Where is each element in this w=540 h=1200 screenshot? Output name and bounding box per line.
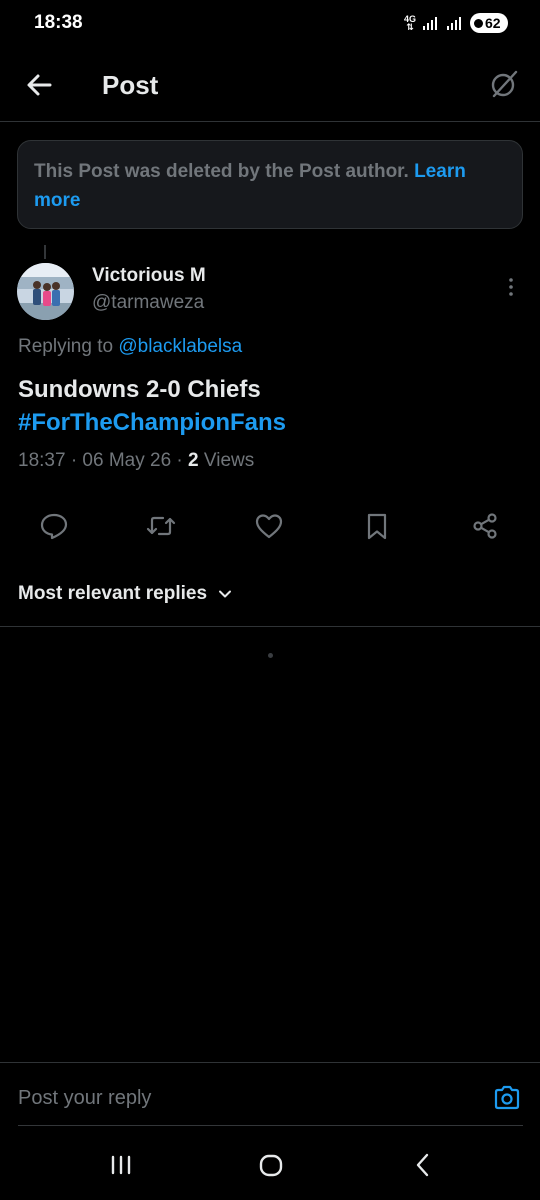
like-icon[interactable] (254, 511, 284, 541)
reply-composer[interactable]: Post your reply (0, 1062, 540, 1126)
replies-sort-dropdown[interactable]: Most relevant replies (18, 579, 233, 609)
back-nav-icon[interactable] (408, 1150, 438, 1180)
battery-level: 62 (485, 15, 501, 31)
reply-icon[interactable] (39, 511, 69, 541)
replying-mention-link[interactable]: @blacklabelsa (118, 336, 242, 357)
post-timestamp: 18:37 · 06 May 26 · (18, 450, 189, 471)
home-icon[interactable] (256, 1150, 286, 1180)
post-text-line: Sundowns 2-0 Chiefs (18, 376, 261, 403)
thread-connector (44, 245, 46, 259)
composer-underline (18, 1125, 523, 1126)
bookmark-icon[interactable] (362, 511, 392, 541)
author-display-name[interactable]: Victorious M (92, 265, 206, 287)
action-bar (0, 503, 540, 547)
battery-icon (474, 18, 483, 28)
post-meta: 18:37 · 06 May 26 · 2 Views (18, 450, 254, 472)
replying-to: Replying to @blacklabelsa (18, 336, 242, 358)
arrow-left-icon[interactable] (22, 68, 56, 102)
camera-icon[interactable] (492, 1083, 522, 1113)
system-nav-bar (0, 1128, 540, 1200)
views-label: Views (198, 450, 255, 471)
replies-sort-label: Most relevant replies (18, 583, 208, 604)
avatar[interactable] (17, 263, 74, 320)
status-icons: 4G ⇅ 62 (404, 12, 508, 34)
battery-indicator: 62 (470, 13, 508, 33)
repost-icon[interactable] (146, 511, 176, 541)
divider (0, 626, 540, 627)
header: Post (0, 48, 540, 122)
share-icon[interactable] (470, 511, 500, 541)
loading-indicator (268, 653, 273, 658)
signal-icon (423, 17, 437, 30)
post-text: Sundowns 2-0 Chiefs #ForTheChampionFans (18, 373, 518, 439)
author-handle[interactable]: @tarmaweza (92, 292, 204, 314)
network-icon: 4G ⇅ (403, 14, 416, 32)
recent-apps-icon[interactable] (106, 1150, 136, 1180)
views-count[interactable]: 2 (188, 450, 199, 471)
chevron-down-icon (219, 590, 232, 598)
status-bar: 18:38 4G ⇅ 62 (0, 0, 540, 48)
replying-prefix: Replying to (18, 336, 119, 357)
grok-icon[interactable] (488, 68, 520, 100)
page-title: Post (102, 70, 159, 100)
hashtag-link[interactable]: #ForTheChampionFans (18, 406, 518, 439)
network-type: 4G (403, 14, 416, 24)
reply-input[interactable]: Post your reply (18, 1087, 151, 1110)
signal-icon-2 (447, 17, 461, 30)
more-options-icon[interactable] (500, 276, 522, 298)
status-time: 18:38 (34, 12, 83, 33)
deleted-post-notice: This Post was deleted by the Post author… (17, 140, 523, 229)
deleted-notice-text: This Post was deleted by the Post author… (34, 161, 415, 182)
